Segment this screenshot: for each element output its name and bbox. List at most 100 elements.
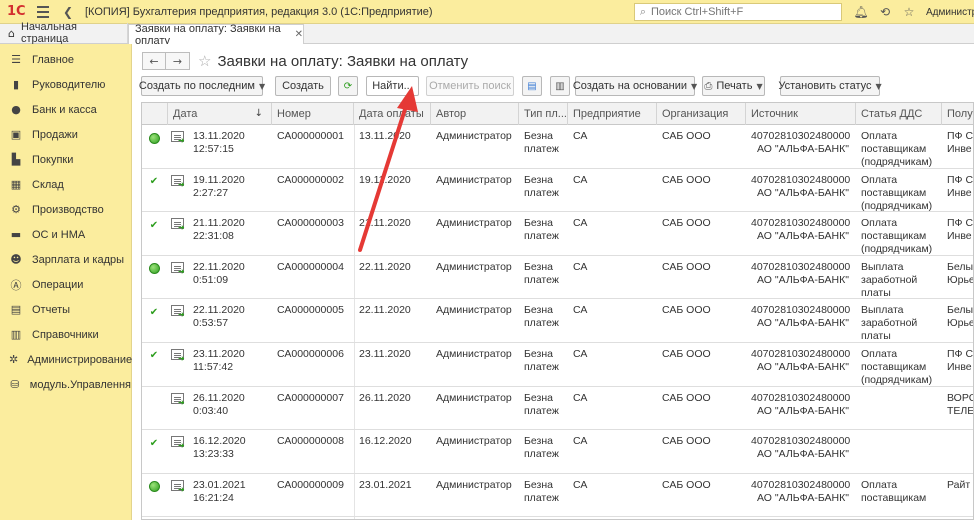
columns-icon: ▥ [555,80,565,92]
table-row[interactable]: ➜ 23.01.2021 16:21:24 СА000000009 23.01.2021… [142,474,973,518]
operations-icon: Ⓐ [10,278,22,292]
col-organization[interactable]: Организация [657,103,746,125]
col-source[interactable]: Источник [746,103,856,125]
list-view-button[interactable]: ▤ [522,76,542,96]
nav-forward-button[interactable]: → [166,52,190,70]
col-pay-type[interactable]: Тип пл... [519,103,568,125]
col-enterprise[interactable]: Предприятие [568,103,657,125]
cell-pay-type: Безна платеж [524,435,559,461]
basket-icon: ▙ [11,153,21,166]
sidebar: ☰ Главное ▮ Руководителю ● Банк и касса ▣ Пр… [0,44,132,520]
cell-author: Администратор [436,435,512,448]
1c-logo-icon: 1С [7,4,26,19]
cart-icon: ▣ [10,128,22,141]
col-dds[interactable]: Статья ДДС [856,103,942,125]
document-icon: ➜ [171,131,185,145]
sidebar-item-main[interactable]: ☰ Главное [0,47,131,72]
sidebar-item-manager[interactable]: ▮ Руководителю [0,72,131,97]
menu-icon: ☰ [11,53,21,66]
sidebar-item-production[interactable]: ⚙ Производство [0,197,131,222]
cell-dds: Выплата заработной платы [861,304,918,343]
cell-pay-type: Безна платеж [524,391,559,417]
sidebar-item-sales[interactable]: ▣ Продажи [0,122,131,147]
cell-author: Администратор [436,217,512,230]
col-status[interactable] [142,103,168,125]
cell-author: Администратор [436,130,512,142]
cell-date: 13.11.2020 12:57:15 [193,130,245,155]
sidebar-item-warehouse[interactable]: ▦ Склад [0,172,131,197]
sidebar-item-salary[interactable]: ☻ Зарплата и кадры [0,247,131,272]
cell-date: 16.12.2020 13:23:33 [193,435,246,461]
warehouse-icon: ▦ [10,178,22,191]
create-by-last-button[interactable]: Создать по последним ▼ [139,76,265,96]
search-icon: ⌕ [639,5,647,18]
refresh-button[interactable]: ⟳ [338,76,358,96]
coin-icon: ● [11,103,21,116]
back-icon[interactable]: ❮ [59,3,77,21]
settings-view-button[interactable]: ▥ [550,76,570,96]
sidebar-item-label: ОС и НМА [32,228,86,241]
nav-back-button[interactable]: ← [142,52,166,70]
people-icon: ☻ [10,253,22,266]
col-author[interactable]: Автор [431,103,519,125]
table-row[interactable]: ✔ ➜ 21.11.2020 22:31:08 СА000000003 21.11.202… [142,212,973,256]
sidebar-item-label: Руководителю [32,78,106,91]
favorites-star-icon[interactable]: ☆ [900,3,918,21]
cell-pay-date: 22.11.2020 [359,260,411,273]
cell-dds: Оплата поставщикам (подрядчикам) [861,217,933,256]
table-row[interactable]: ✔ ➜ 16.12.2020 13:23:33 СА000000008 16.12.202… [142,430,973,474]
table-row[interactable]: ➜ 22.11.2020 0:51:09 СА000000004 22.11.2020 А… [142,256,973,300]
create-based-on-button[interactable]: Создать на основании ▼ [572,76,697,96]
table-row[interactable]: ✔ ➜ 19.11.2020 2:27:27 СА000000002 19.11.2020… [142,169,973,213]
cell-pay-type: Безна платеж [524,217,559,243]
col-recipient[interactable]: Получ [942,103,973,125]
sidebar-item-references[interactable]: ▥ Справочники [0,322,131,347]
create-button[interactable]: Создать [275,76,331,96]
find-button[interactable]: Найти... [366,76,419,96]
main-menu-icon[interactable] [37,4,55,20]
search-input[interactable] [651,6,831,18]
cell-date: 19.11.2020 2:27:27 [193,173,245,199]
document-icon: ➜ [171,392,185,406]
bell-icon[interactable]: 🔔︎ [852,3,870,21]
sidebar-item-module[interactable]: ⛁ модуль.Управлення [0,372,131,397]
set-status-button[interactable]: Установить статус ▼ [778,76,882,96]
cell-enterprise: СА [573,173,588,186]
sidebar-item-bank[interactable]: ● Банк и касса [0,97,131,122]
printer-icon: ⎙ [704,80,713,92]
col-pay-date[interactable]: Дата оплаты [354,103,431,125]
cell-source: 40702810302480000 АО "АЛЬФА-БАНК" [751,435,851,461]
cell-organization: САБ ООО [662,217,711,230]
table-row[interactable]: ✔ ➜ 22.11.2020 0:53:57 СА000000005 22.11.2020… [142,299,973,343]
table-row[interactable]: ➜ 26.11.2020 0:03:40 СА000000007 26.11.2020 А… [142,387,973,431]
sidebar-item-purchases[interactable]: ▙ Покупки [0,147,131,172]
sidebar-item-reports[interactable]: ▤ Отчеты [0,297,131,322]
status-green-dot-icon [148,132,160,144]
tab-home[interactable]: ⌂ Начальная страница [0,21,128,45]
sidebar-item-operations[interactable]: Ⓐ Операции [0,272,131,297]
status-check-icon: ✔ [149,437,159,449]
global-search[interactable]: ⌕ [634,3,842,21]
cancel-search-button[interactable]: Отменить поиск [426,76,514,96]
cell-organization: САБ ООО [662,304,711,317]
cell-pay-type: Безна платеж [524,260,559,286]
history-icon[interactable]: ⟲ [876,3,894,21]
col-date[interactable]: Дата ↓ [168,103,272,125]
cell-organization: САБ ООО [662,260,711,273]
col-label: Дата оплаты [359,108,424,120]
sidebar-item-admin[interactable]: ✲ Администрирование [0,347,132,372]
col-number[interactable]: Номер [272,103,354,125]
button-label: Создать на основании [572,80,687,92]
cell-organization: САБ ООО [662,391,711,404]
tab-home-label: Начальная страница [20,21,77,45]
document-icon: ➜ [171,218,185,232]
table-row[interactable]: ✔ ➜ 23.11.2020 11:57:42 СА000000006 23.11.202… [142,343,973,387]
cell-source: 40702810302480000 АО "АЛЬФА-БАНК" [751,130,851,155]
current-user[interactable]: Администра [926,7,974,18]
favorite-star-icon[interactable]: ☆ [198,52,211,70]
tab-payment-requests[interactable]: Заявки на оплату: Заявки на оплату ✕ [128,23,304,47]
table-row[interactable]: ➜ 13.11.2020 12:57:15 СА000000001 13.11.2020… [142,125,973,169]
close-icon[interactable]: ✕ [295,29,303,40]
print-button[interactable]: ⎙ Печать ▼ [702,76,765,96]
sidebar-item-assets[interactable]: ▬ ОС и НМА [0,222,131,247]
